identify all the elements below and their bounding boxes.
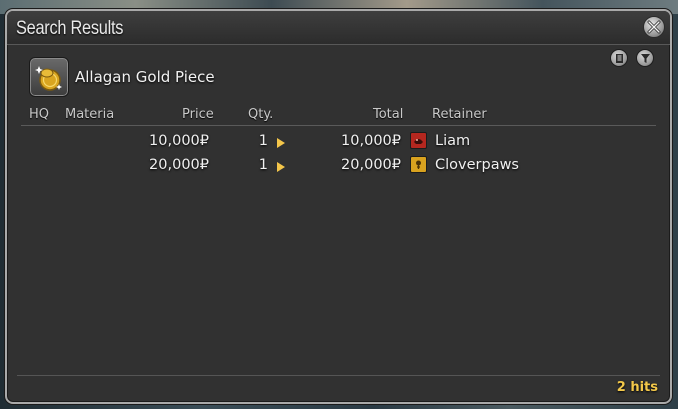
table-row[interactable]: 10,000₽ 1 10,000₽ Liam [7, 131, 670, 153]
item-header: Allagan Gold Piece [29, 57, 215, 97]
red-retainer-icon [410, 132, 427, 149]
window-titlebar[interactable]: Search Results [7, 11, 670, 45]
qty-arrow-icon[interactable] [277, 138, 285, 148]
hits-count: 2 hits [616, 380, 658, 395]
footer-divider [17, 375, 660, 376]
row-qty: 1 [258, 157, 268, 173]
header-divider [21, 125, 656, 126]
column-header-hq[interactable]: HQ [29, 107, 49, 122]
list-icon[interactable] [610, 49, 628, 67]
window-title: Search Results [16, 18, 124, 39]
row-retainer: Cloverpaws [435, 157, 519, 173]
column-header-materia[interactable]: Materia [65, 107, 114, 122]
row-price: 10,000₽ [149, 133, 209, 149]
row-total: 20,000₽ [341, 157, 401, 173]
close-icon[interactable] [643, 16, 665, 38]
gold-retainer-icon [410, 156, 427, 173]
column-header-price[interactable]: Price [182, 107, 214, 122]
item-name: Allagan Gold Piece [75, 68, 215, 86]
search-results-window: Search Results Allagan Gold Piece HQ Mat… [5, 9, 672, 404]
table-row[interactable]: 20,000₽ 1 20,000₽ Cloverpaws [7, 155, 670, 177]
row-retainer: Liam [435, 133, 471, 149]
row-price: 20,000₽ [149, 157, 209, 173]
column-header-retainer[interactable]: Retainer [432, 107, 487, 122]
column-header-qty[interactable]: Qty. [248, 107, 273, 122]
row-qty: 1 [258, 133, 268, 149]
row-total: 10,000₽ [341, 133, 401, 149]
column-header-total[interactable]: Total [373, 107, 403, 122]
gold-coin-icon [29, 57, 69, 97]
filter-icon[interactable] [636, 49, 654, 67]
qty-arrow-icon[interactable] [277, 162, 285, 172]
